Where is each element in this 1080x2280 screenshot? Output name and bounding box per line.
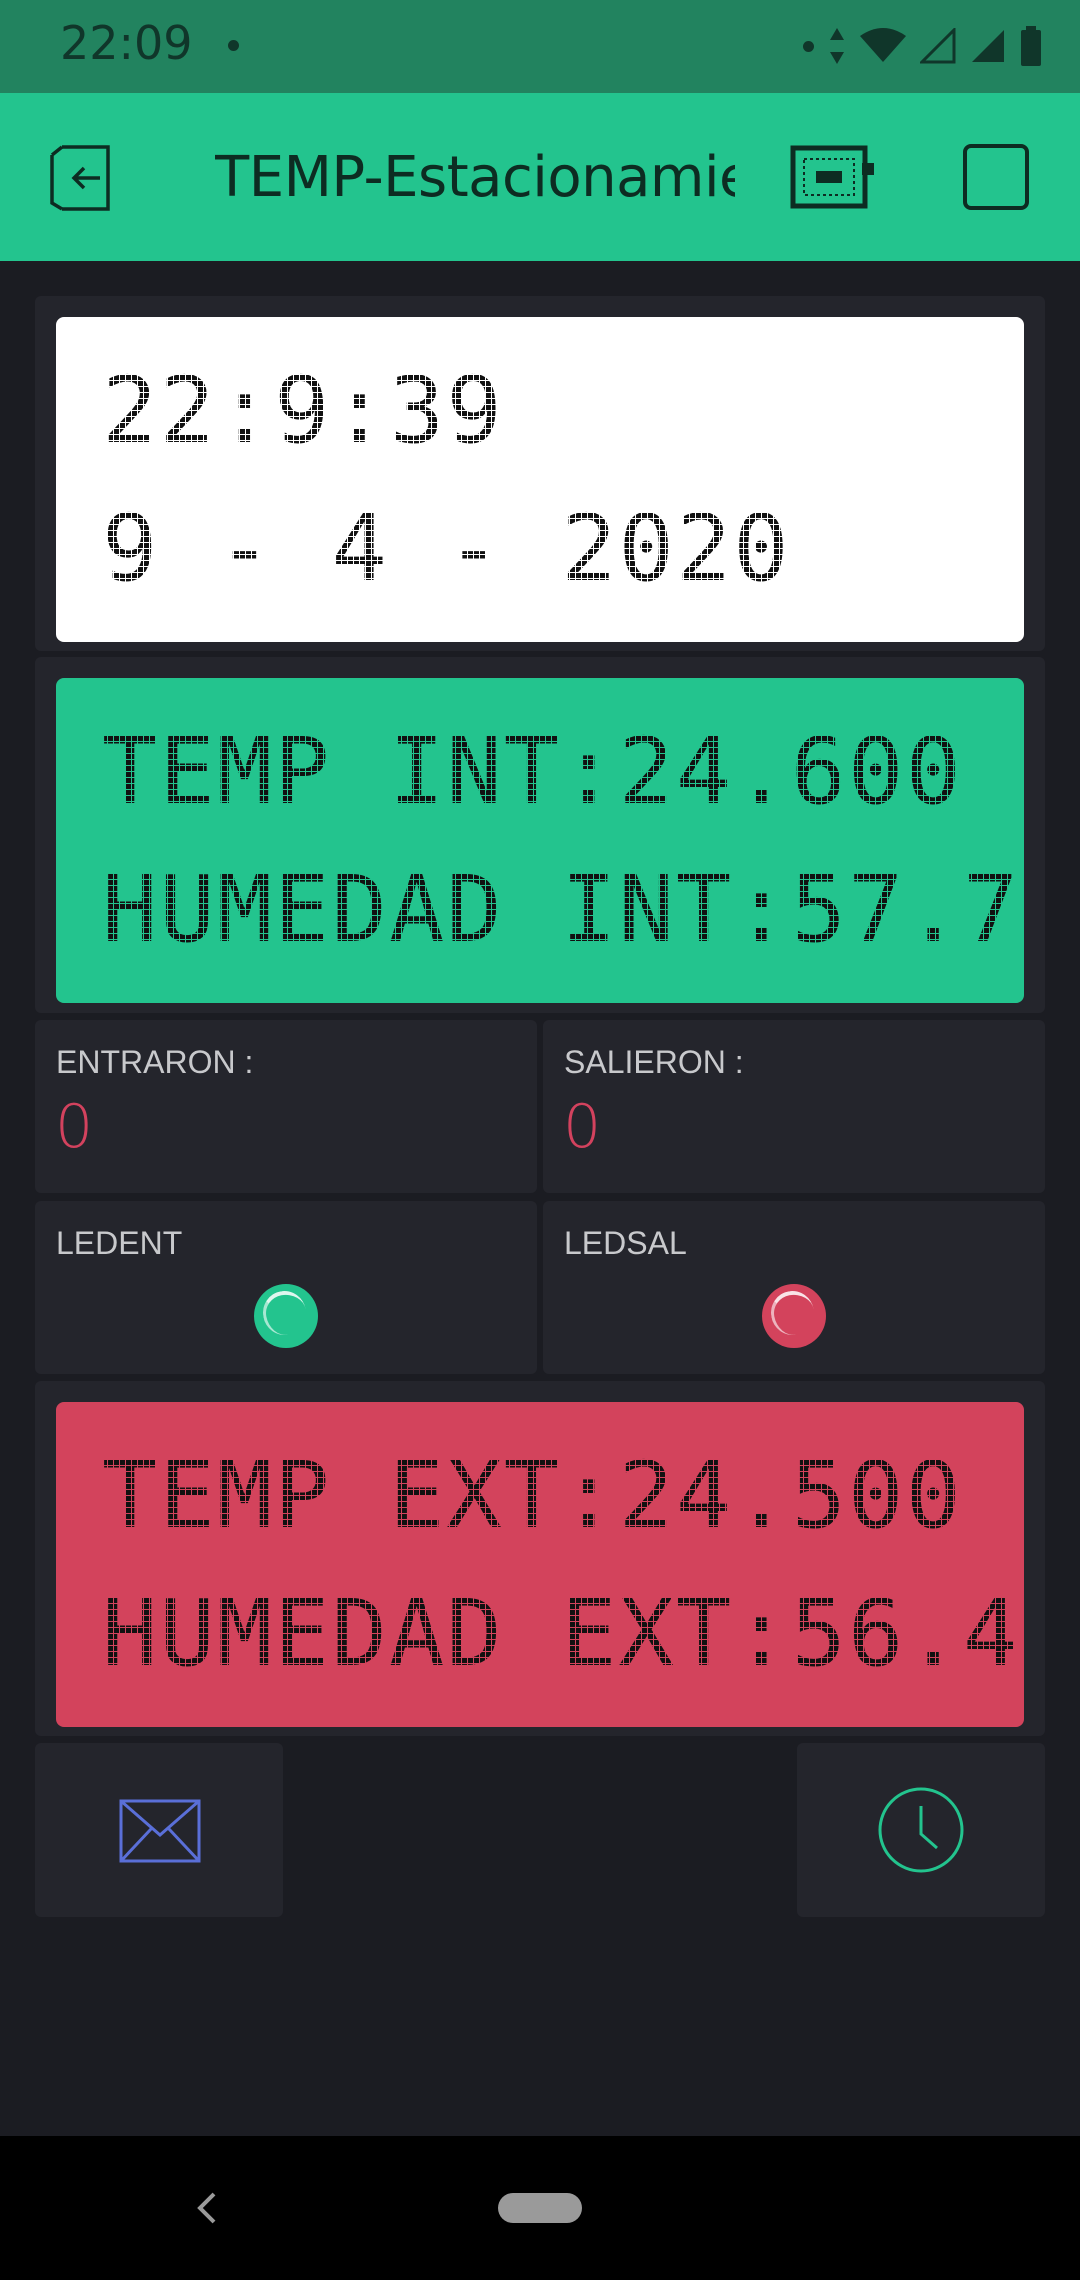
- app-bar: TEMP-Estacionamiento: [0, 93, 1080, 261]
- exterior-lcd-screen: TEMP EXT:24.500 HUMEDAD EXT:56.4: [56, 1402, 1024, 1727]
- signal-icon: [972, 30, 1004, 62]
- email-icon: [119, 1799, 201, 1863]
- salieron-value: 0: [563, 1092, 602, 1162]
- ledsal-widget[interactable]: LEDSAL: [543, 1201, 1045, 1374]
- lcd-line-1: TEMP EXT:24.500: [102, 1442, 963, 1549]
- battery-icon: [1021, 26, 1041, 66]
- datetime-lcd-widget[interactable]: 22:9:39 9 - 4 - 2020: [35, 296, 1045, 651]
- project-title: TEMP-Estacionamiento: [215, 145, 735, 210]
- status-time: 22:09: [60, 16, 193, 70]
- entraron-value: 0: [55, 1092, 94, 1162]
- lcd-line-1: TEMP INT:24.600: [102, 718, 963, 825]
- lcd-line-2: 9 - 4 - 2020: [102, 495, 791, 602]
- wifi-icon: [860, 28, 906, 62]
- entraron-label: ENTRARON :: [56, 1044, 254, 1080]
- interior-lcd-widget[interactable]: TEMP INT:24.600 HUMEDAD INT:57.7: [35, 657, 1045, 1013]
- ledsal-led-icon: [762, 1284, 826, 1348]
- status-icons: [803, 22, 1042, 70]
- clock-icon: [878, 1787, 964, 1873]
- ledent-widget[interactable]: LEDENT: [35, 1201, 537, 1374]
- salieron-label: SALIERON :: [564, 1044, 744, 1080]
- email-widget[interactable]: [35, 1743, 283, 1917]
- lcd-line-2: HUMEDAD EXT:56.4: [102, 1580, 1021, 1687]
- ledent-led-icon: [254, 1284, 318, 1348]
- timer-widget[interactable]: [797, 1743, 1045, 1917]
- lcd-line-1: 22:9:39: [102, 357, 504, 464]
- home-pill-button[interactable]: [498, 2193, 582, 2223]
- exit-icon: [50, 145, 110, 211]
- ledsal-label: LEDSAL: [564, 1225, 687, 1261]
- datetime-lcd-screen: 22:9:39 9 - 4 - 2020: [56, 317, 1024, 642]
- back-icon[interactable]: [192, 2188, 222, 2228]
- notification-dot-icon: [228, 40, 239, 51]
- device-button[interactable]: [790, 145, 876, 211]
- interior-lcd-screen: TEMP INT:24.600 HUMEDAD INT:57.7: [56, 678, 1024, 1003]
- ledent-label: LEDENT: [56, 1225, 183, 1261]
- exit-button[interactable]: [48, 143, 120, 213]
- dashboard-canvas: 22:9:39 9 - 4 - 2020 TEMP INT:24.600 HUM…: [0, 261, 1080, 2136]
- status-bar: 22:09: [0, 0, 1080, 93]
- salieron-value-widget[interactable]: SALIERON : 0: [543, 1020, 1045, 1193]
- device-icon: [790, 145, 874, 209]
- signal-empty-icon: [920, 28, 956, 64]
- system-nav-bar: [0, 2136, 1080, 2280]
- lcd-line-2: HUMEDAD INT:57.7: [102, 856, 1021, 963]
- entraron-value-widget[interactable]: ENTRARON : 0: [35, 1020, 537, 1193]
- dot-icon: [803, 40, 814, 52]
- data-arrows-icon: [830, 28, 844, 64]
- square-button[interactable]: [962, 143, 1030, 211]
- square-icon: [963, 144, 1029, 210]
- exterior-lcd-widget[interactable]: TEMP EXT:24.500 HUMEDAD EXT:56.4: [35, 1381, 1045, 1736]
